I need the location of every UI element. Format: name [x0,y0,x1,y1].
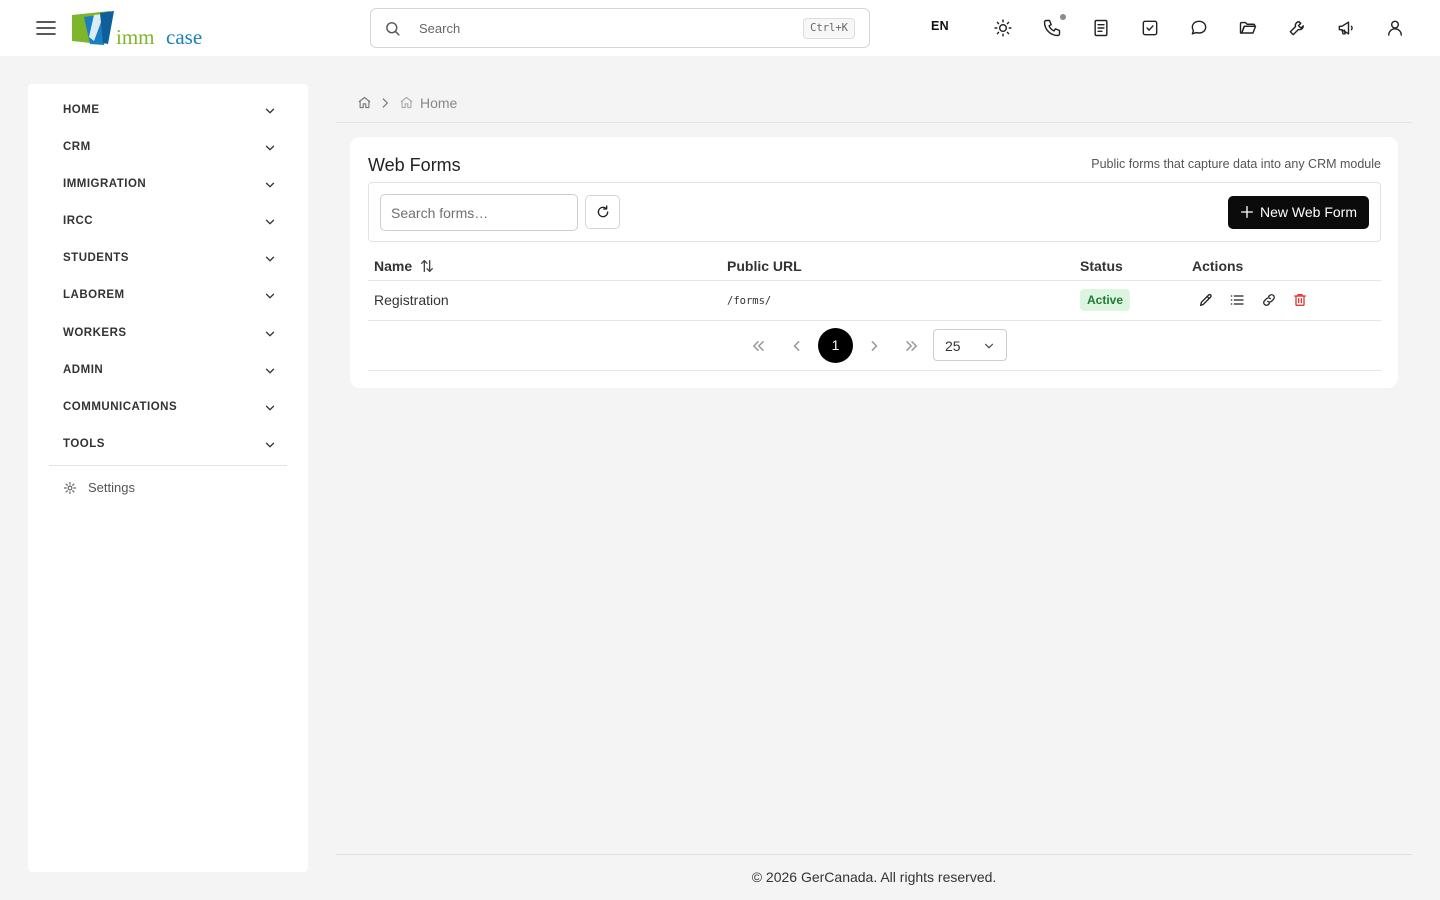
gear-icon [63,481,77,495]
notes-icon[interactable] [1091,18,1111,38]
breadcrumb-current: Home [420,95,458,111]
chevron-down-icon [265,219,275,225]
sort-icon[interactable] [419,258,435,274]
notification-dot [1060,14,1066,20]
refresh-icon [597,205,609,218]
breadcrumb: Home [357,94,657,112]
tasks-icon[interactable] [1140,18,1160,38]
form-name: Registration [374,292,449,308]
sidebar: HOME CRM IMMIGRATION IRCC STUDENTS LABOR… [28,84,308,872]
chevron-down-icon [265,368,275,374]
sidebar-item-home[interactable]: HOME [63,100,277,122]
sidebar-item-settings[interactable]: Settings [63,478,263,498]
table-header-divider [368,280,1381,281]
plus-icon [1241,206,1253,218]
global-search[interactable]: Search Ctrl+K [370,8,870,48]
logo-text-case: case [166,25,203,49]
chevron-right-icon [382,98,389,108]
sidebar-item-ircc[interactable]: IRCC [63,211,277,233]
menu-icon[interactable] [34,16,58,40]
status-badge: Active [1080,289,1131,311]
chat-icon[interactable] [1189,18,1209,38]
sidebar-item-label: TOOLS [63,438,105,450]
sidebar-item-label: STUDENTS [63,252,129,264]
link-icon[interactable] [1261,292,1277,308]
sidebar-item-label: HOME [63,104,100,116]
sidebar-item-communications[interactable]: COMMUNICATIONS [63,397,277,419]
logo-mark-icon [72,11,114,45]
sidebar-item-label: IRCC [63,215,94,227]
sidebar-item-laborem[interactable]: LABOREM [63,285,277,307]
search-shortcut-hint: Ctrl+K [803,18,855,39]
new-web-form-button[interactable]: New Web Form [1228,196,1369,229]
search-icon [386,22,400,36]
logo-text-imm: imm [116,25,155,49]
current-page-button[interactable]: 1 [818,328,853,363]
folder-icon[interactable] [1238,18,1258,38]
sidebar-divider [49,465,287,466]
chevron-down-icon [984,343,994,349]
table-toolbar: New Web Form [368,182,1381,242]
edit-icon[interactable] [1198,292,1214,308]
chevron-down-icon [265,405,275,411]
sidebar-item-admin[interactable]: ADMIN [63,360,277,382]
sidebar-item-immigration[interactable]: IMMIGRATION [63,174,277,196]
sidebar-item-students[interactable]: STUDENTS [63,248,277,270]
settings-label: Settings [88,480,135,495]
sidebar-item-label: IMMIGRATION [63,178,147,190]
sun-icon[interactable] [993,18,1013,38]
language-switcher[interactable]: EN [931,19,949,33]
chevron-down-icon [265,442,275,448]
footer-copyright: © 2026 GerCanada. All rights reserved. [751,869,997,885]
form-public-url: /forms/ [727,295,772,307]
page-size-select[interactable]: 25 [933,329,1007,361]
chevron-down-icon [265,331,275,337]
chevron-down-icon [265,293,275,299]
breadcrumb-divider [336,122,1412,123]
wrench-icon[interactable] [1287,18,1307,38]
pagination-divider [368,370,1381,371]
list-icon[interactable] [1229,292,1245,308]
sidebar-item-label: ADMIN [63,364,104,376]
column-header-actions: Actions [1192,258,1244,274]
sidebar-item-workers[interactable]: WORKERS [63,323,277,345]
last-page-icon[interactable] [902,336,922,356]
page-size-value: 25 [945,338,961,354]
sidebar-item-label: COMMUNICATIONS [63,401,178,413]
megaphone-icon[interactable] [1336,18,1356,38]
phone-icon[interactable] [1042,18,1062,38]
home-icon [400,96,413,109]
chevron-down-icon [265,145,275,151]
first-page-icon[interactable] [748,336,768,356]
sidebar-item-label: LABOREM [63,289,125,301]
column-header-name[interactable]: Name [374,258,412,274]
column-header-status: Status [1080,258,1123,274]
web-forms-card: Web Forms Public forms that capture data… [350,137,1398,388]
page-subtitle: Public forms that capture data into any … [1091,157,1381,171]
sidebar-item-tools[interactable]: TOOLS [63,434,277,456]
chevron-down-icon [265,108,275,114]
sidebar-item-label: WORKERS [63,327,127,339]
user-icon[interactable] [1385,18,1405,38]
search-placeholder: Search [419,21,461,36]
chevron-down-icon [265,256,275,262]
next-page-icon[interactable] [864,336,884,356]
footer-divider [336,854,1412,855]
chevron-down-icon [265,182,275,188]
page-title: Web Forms [368,155,461,175]
trash-icon[interactable] [1292,292,1308,308]
previous-page-icon[interactable] [787,336,807,356]
app-logo[interactable]: imm case [70,11,220,49]
sidebar-item-crm[interactable]: CRM [63,137,277,159]
new-web-form-label: New Web Form [1260,204,1357,220]
table-row-divider [368,320,1381,321]
top-bar: imm case Search Ctrl+K EN [0,0,1440,56]
home-icon[interactable] [357,95,372,110]
sidebar-item-label: CRM [63,141,91,153]
forms-search-input[interactable] [380,194,578,231]
refresh-button[interactable] [585,195,620,229]
column-header-public-url: Public URL [727,258,802,274]
